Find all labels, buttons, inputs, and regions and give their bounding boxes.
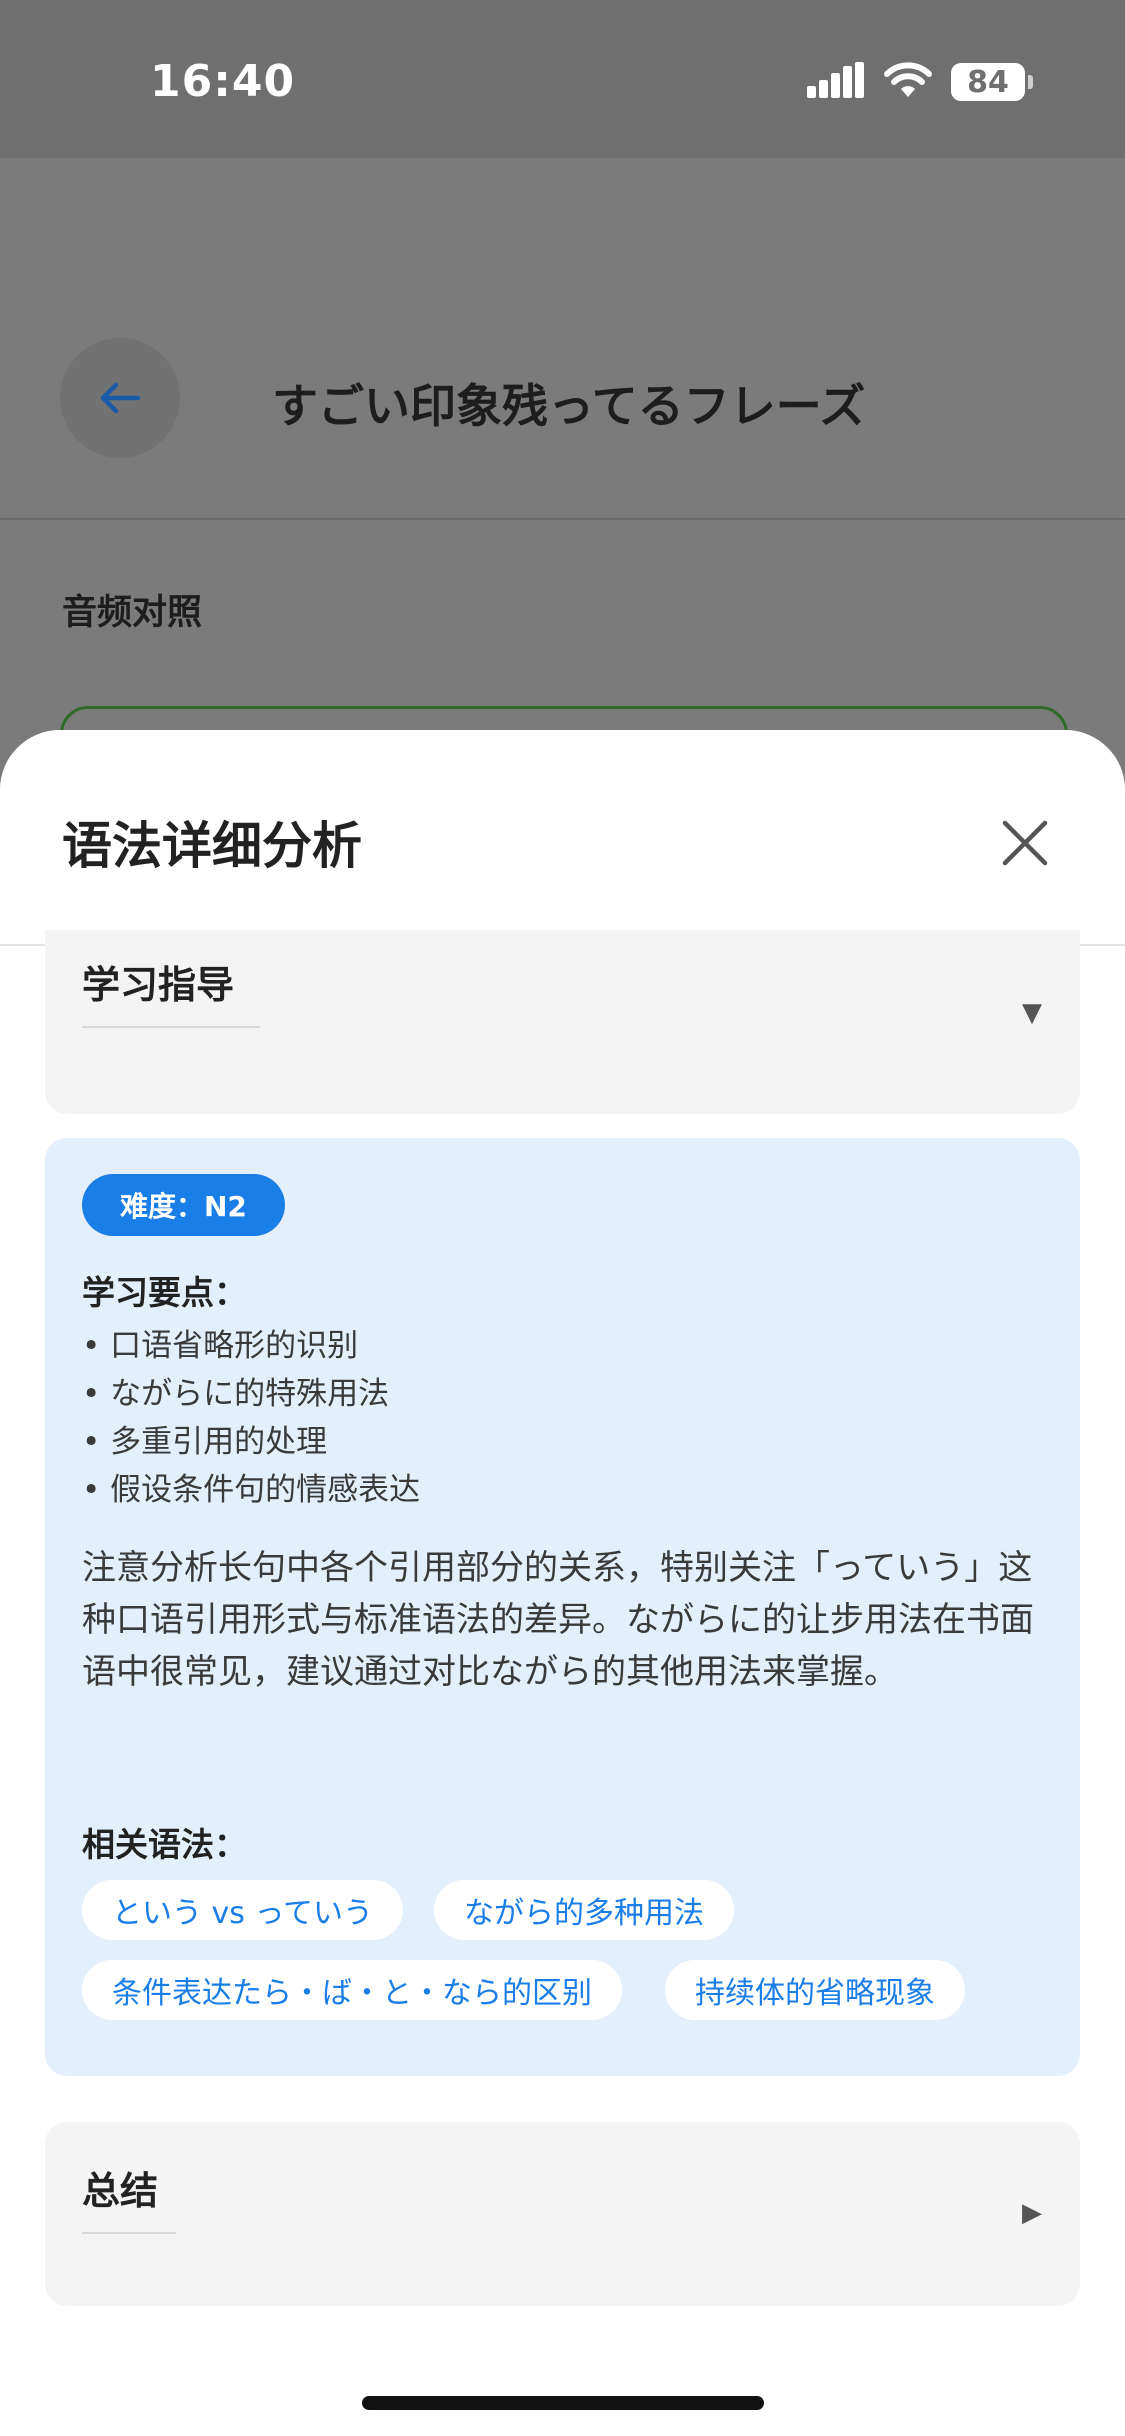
study-advice: 注意分析长句中各个引用部分的关系，特别关注「っていう」这种口语引用形式与标准语法… (82, 1548, 1034, 1692)
section-underline (82, 2232, 176, 2234)
summary-title: 总结 (82, 2169, 159, 2213)
close-icon (1002, 820, 1048, 866)
list-item: • ながらに的特殊用法 (82, 1376, 390, 1412)
difficulty-badge: 难度：N2 (82, 1174, 285, 1236)
wifi-icon (883, 61, 933, 103)
related-grammar-chip[interactable]: 条件表达たら・ば・と・なら的区别 (82, 1960, 622, 2020)
battery-level: 84 (967, 64, 1009, 100)
sheet-title: 语法详细分析 (62, 817, 362, 875)
back-arrow-icon (100, 382, 141, 414)
battery-icon: 84 (951, 63, 1033, 101)
list-item: • 口语省略形的识别 (82, 1328, 359, 1364)
study-guide-section[interactable]: 学习指导 ▼ (45, 930, 1080, 1114)
section-underline (82, 1026, 260, 1028)
related-grammar-chip[interactable]: という vs っていう (82, 1880, 403, 1940)
grammar-analysis-sheet: 语法详细分析 学习指导 ▼ 难度：N2 学习要点： • 口语省略形的识别 • な… (0, 730, 1125, 2436)
list-item: • 多重引用的处理 (82, 1424, 328, 1460)
related-grammar-heading: 相关语法： (82, 1825, 247, 1864)
study-detail-box: 难度：N2 学习要点： • 口语省略形的识别 • ながらに的特殊用法 • 多重引… (45, 1138, 1080, 2076)
summary-section[interactable]: 总结 ▶ (45, 2122, 1080, 2306)
points-list: • 口语省略形的识别 • ながらに的特殊用法 • 多重引用的处理 • 假设条件句… (82, 1322, 420, 1514)
list-item: • 假设条件句的情感表达 (82, 1472, 421, 1508)
status-icons: 84 (807, 58, 1033, 106)
back-button[interactable] (60, 338, 180, 458)
chevron-down-icon: ▼ (1022, 998, 1042, 1028)
close-button[interactable] (992, 810, 1058, 876)
signal-icon (807, 62, 865, 102)
chevron-right-icon: ▶ (1022, 2198, 1042, 2228)
header-divider (0, 518, 1125, 520)
related-grammar-chip[interactable]: 持续体的省略现象 (665, 1960, 965, 2020)
page-title: すごい印象残ってるフレーズ (272, 379, 866, 433)
status-bar: 16:40 84 (0, 0, 1125, 158)
related-grammar-chip[interactable]: ながら的多种用法 (434, 1880, 734, 1940)
points-heading: 学习要点： (82, 1273, 247, 1312)
status-time: 16:40 (150, 56, 296, 107)
sheet-header: 语法详细分析 (0, 730, 1125, 946)
study-guide-title: 学习指导 (82, 963, 235, 1007)
home-indicator (362, 2396, 764, 2410)
audio-section-label: 音频对照 (62, 593, 203, 633)
